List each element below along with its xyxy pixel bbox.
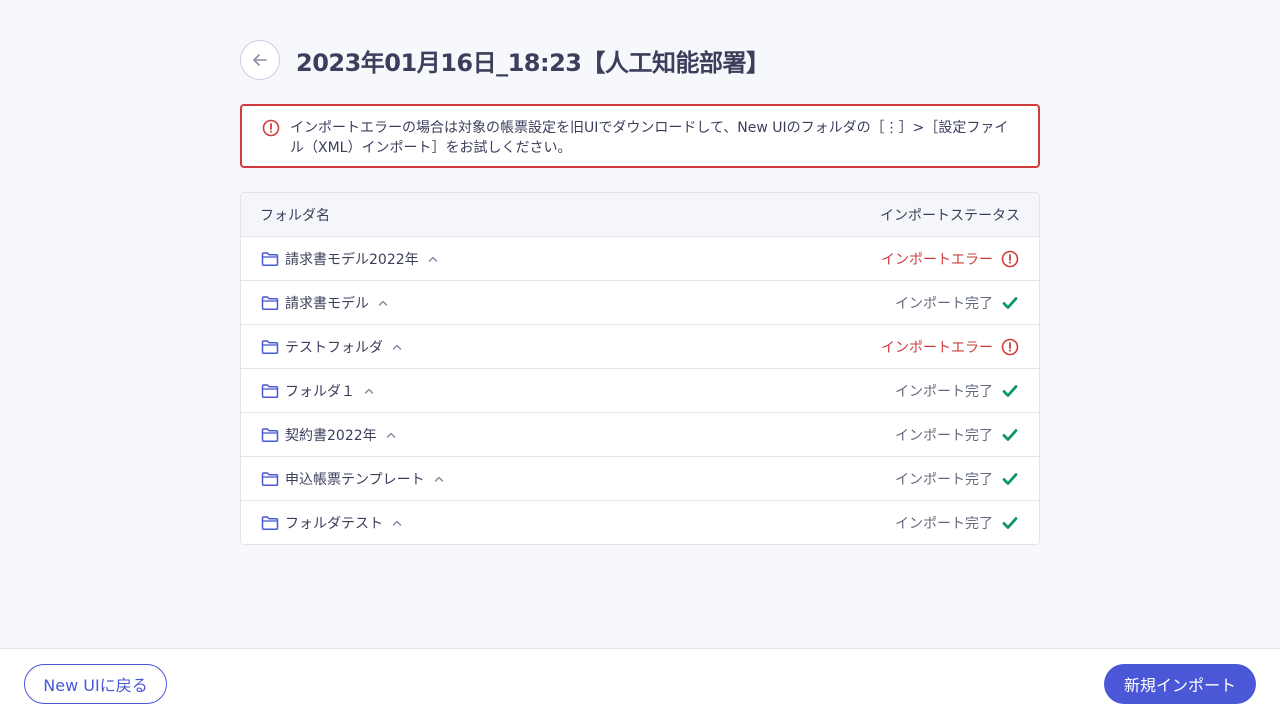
folder-name: 申込帳票テンプレート	[285, 471, 425, 488]
check-icon	[1002, 516, 1018, 529]
folder-name: テストフォルダ	[285, 339, 383, 356]
main-content: 2023年01月16日_18:23【人工知能部署】 インポートエラーの場合は対象…	[240, 0, 1040, 545]
folder-cell: フォルダテスト	[261, 513, 403, 533]
folder-icon	[261, 339, 279, 354]
back-to-new-ui-button[interactable]: New UIに戻る	[24, 664, 167, 704]
table-row[interactable]: テストフォルダ インポートエラー	[241, 325, 1039, 369]
folder-icon	[261, 295, 279, 310]
folder-icon	[261, 515, 279, 530]
folder-icon	[261, 251, 279, 266]
column-header-status: インポートステータス	[880, 207, 1020, 224]
page-header: 2023年01月16日_18:23【人工知能部署】	[240, 40, 1040, 80]
folder-name: フォルダ１	[285, 383, 355, 400]
status-text: インポート完了	[895, 427, 993, 444]
status-cell: インポート完了	[895, 513, 1019, 533]
status-cell: インポートエラー	[881, 337, 1019, 357]
folder-cell: 契約書2022年	[261, 425, 397, 445]
page-title: 2023年01月16日_18:23【人工知能部署】	[296, 48, 770, 77]
status-text: インポート完了	[895, 383, 993, 400]
folder-name: 契約書2022年	[285, 427, 377, 444]
folder-cell: 申込帳票テンプレート	[261, 469, 445, 489]
table-row[interactable]: 申込帳票テンプレート インポート完了	[241, 457, 1039, 501]
folder-name: 請求書モデル2022年	[285, 251, 419, 268]
alert-message: インポートエラーの場合は対象の帳票設定を旧UIでダウンロードして、New UIの…	[290, 120, 1009, 156]
alert-circle-icon	[262, 119, 280, 137]
table-row[interactable]: フォルダ１ インポート完了	[241, 369, 1039, 413]
status-text: インポートエラー	[881, 339, 993, 356]
error-circle-icon	[1001, 250, 1019, 267]
status-text: インポート完了	[895, 295, 993, 312]
status-text: インポートエラー	[881, 251, 993, 268]
error-circle-icon	[1001, 338, 1019, 355]
folder-icon	[261, 383, 279, 398]
import-status-table: フォルダ名 インポートステータス 請求書モデル2022年 インポートエラー 請求書モ…	[240, 192, 1040, 545]
folder-cell: テストフォルダ	[261, 337, 403, 357]
chevron-up-icon[interactable]	[427, 253, 439, 265]
status-cell: インポート完了	[895, 293, 1019, 313]
check-icon	[1002, 296, 1018, 309]
footer-bar: New UIに戻る 新規インポート	[0, 648, 1280, 720]
chevron-up-icon[interactable]	[391, 341, 403, 353]
table-row[interactable]: 請求書モデル インポート完了	[241, 281, 1039, 325]
folder-cell: 請求書モデル	[261, 293, 389, 313]
table-row[interactable]: フォルダテスト インポート完了	[241, 501, 1039, 544]
folder-icon	[261, 427, 279, 442]
status-text: インポート完了	[895, 471, 993, 488]
status-cell: インポートエラー	[881, 249, 1019, 269]
chevron-up-icon[interactable]	[377, 297, 389, 309]
folder-name: フォルダテスト	[285, 515, 383, 532]
column-header-folder: フォルダ名	[260, 207, 330, 224]
chevron-up-icon[interactable]	[391, 517, 403, 529]
new-import-button[interactable]: 新規インポート	[1104, 664, 1256, 704]
status-cell: インポート完了	[895, 381, 1019, 401]
check-icon	[1002, 472, 1018, 485]
import-error-alert: インポートエラーの場合は対象の帳票設定を旧UIでダウンロードして、New UIの…	[240, 104, 1040, 168]
folder-icon	[261, 471, 279, 486]
folder-name: 請求書モデル	[285, 295, 369, 312]
chevron-up-icon[interactable]	[363, 385, 375, 397]
status-cell: インポート完了	[895, 469, 1019, 489]
arrow-left-icon	[253, 54, 267, 66]
folder-cell: フォルダ１	[261, 381, 375, 401]
chevron-up-icon[interactable]	[385, 429, 397, 441]
table-row[interactable]: 契約書2022年 インポート完了	[241, 413, 1039, 457]
status-cell: インポート完了	[895, 425, 1019, 445]
table-header: フォルダ名 インポートステータス	[241, 193, 1039, 237]
chevron-up-icon[interactable]	[433, 473, 445, 485]
status-text: インポート完了	[895, 515, 993, 532]
folder-cell: 請求書モデル2022年	[261, 249, 439, 269]
table-row[interactable]: 請求書モデル2022年 インポートエラー	[241, 237, 1039, 281]
table-body: 請求書モデル2022年 インポートエラー 請求書モデル インポート完了 テストフォルダイ…	[241, 237, 1039, 544]
check-icon	[1002, 384, 1018, 397]
check-icon	[1002, 428, 1018, 441]
back-button[interactable]	[240, 40, 280, 80]
